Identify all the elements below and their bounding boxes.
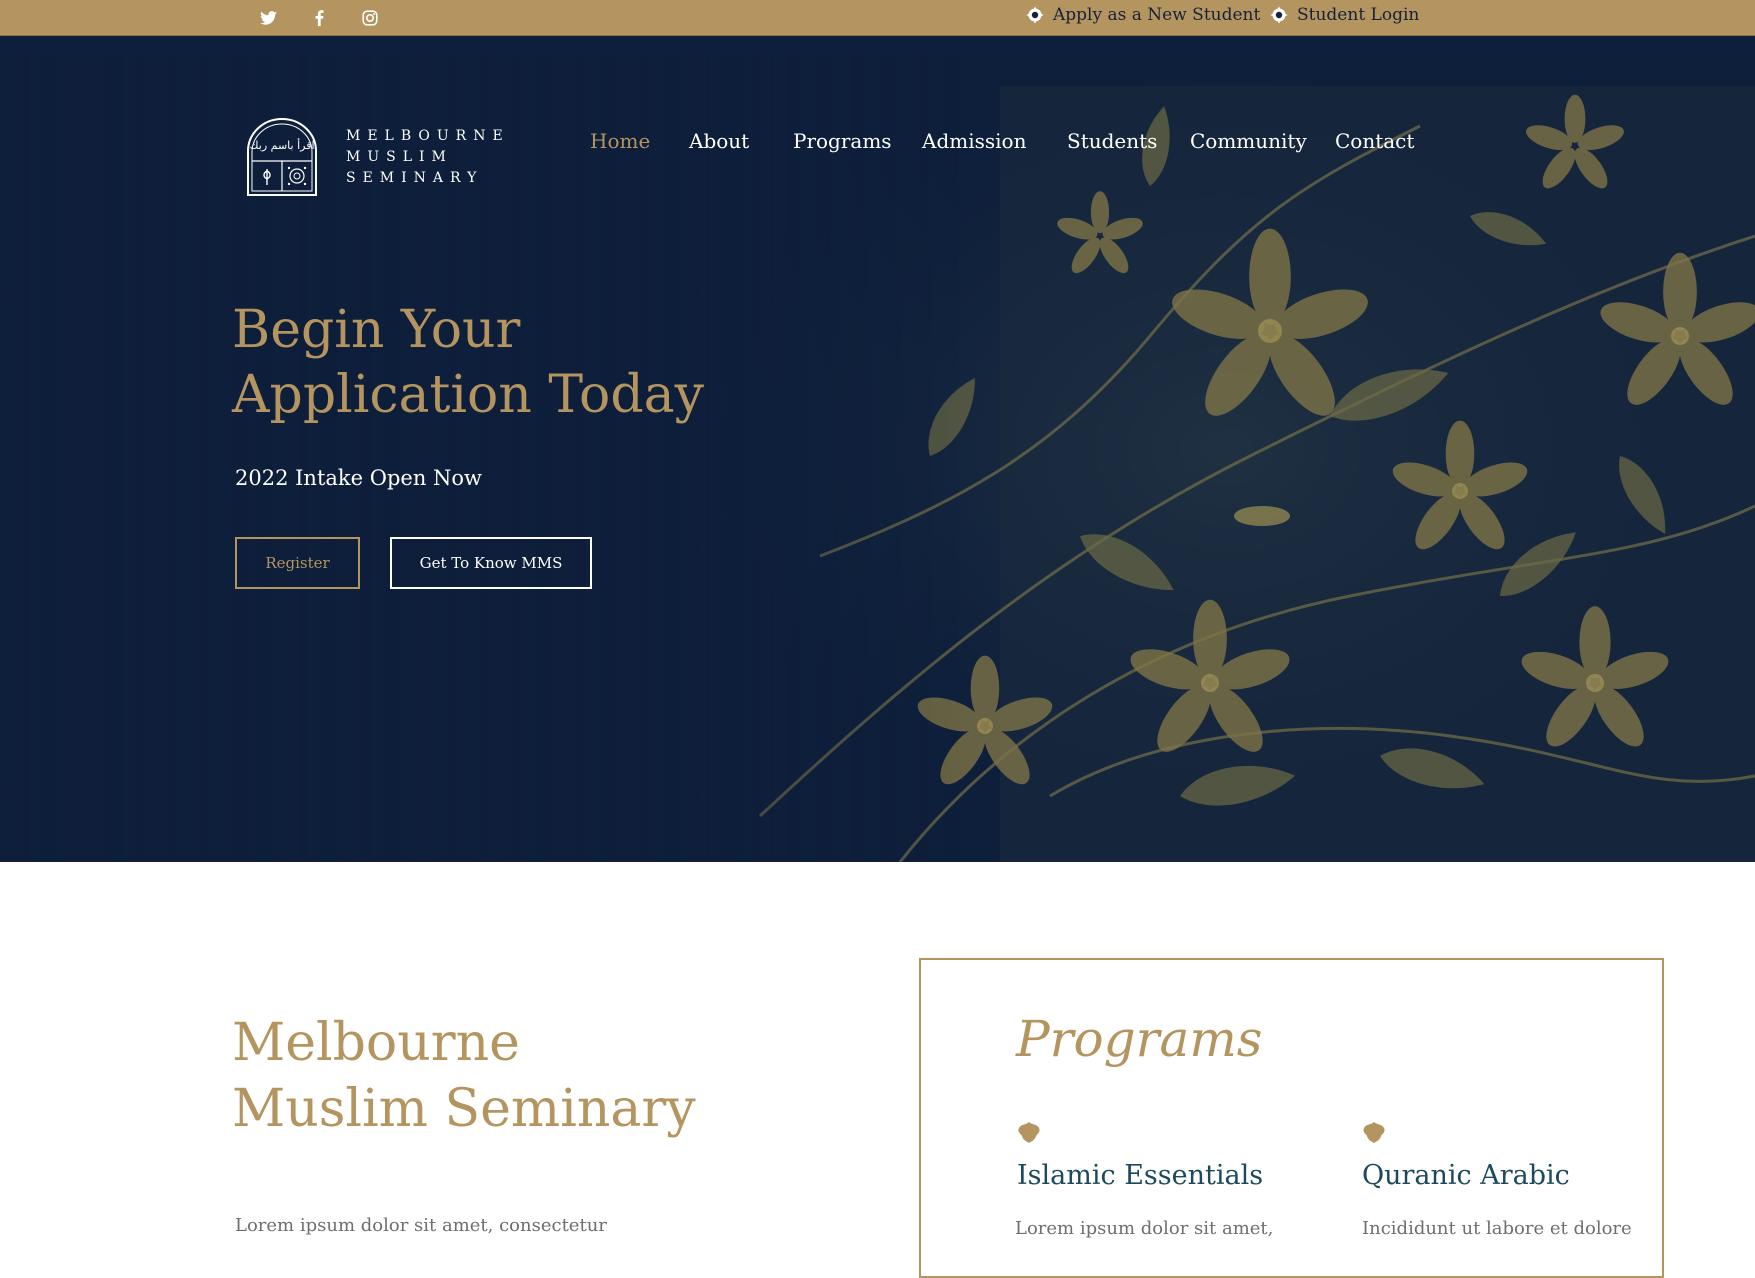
program-description: Incididunt ut labore et dolore (1362, 1218, 1632, 1239)
about-title: Melbourne Muslim Seminary (232, 1010, 696, 1142)
program-description: Lorem ipsum dolor sit amet, (1015, 1218, 1274, 1239)
programs-title: Programs (1016, 1010, 1263, 1068)
ornament-icon (1363, 1122, 1385, 1143)
logo-wordmark: MELBOURNE MUSLIM SEMINARY (346, 126, 510, 189)
nav-home[interactable]: Home (590, 116, 650, 166)
about-title-line-2: Muslim Seminary (232, 1079, 696, 1139)
nav-community[interactable]: Community (1190, 116, 1307, 166)
about-title-line-1: Melbourne (232, 1013, 520, 1073)
hero-title: Begin Your Application Today (232, 298, 704, 428)
apply-new-student-link[interactable]: Apply as a New Student (1025, 0, 1260, 30)
site-logo[interactable]: اقرأ باسم ربك MELBOURNE MUSLIM SEMINARY (244, 96, 519, 218)
nav-programs[interactable]: Programs (793, 116, 892, 166)
logo-line-1: MELBOURNE (346, 127, 510, 144)
hero-title-line-1: Begin Your (232, 300, 521, 360)
nav-admission[interactable]: Admission (922, 116, 1026, 166)
nav-contact[interactable]: Contact (1335, 116, 1414, 166)
twitter-icon[interactable] (253, 0, 283, 36)
program-quranic-arabic[interactable]: Quranic Arabic (1362, 1160, 1570, 1191)
top-bar: Apply as a New Student Student Login (0, 0, 1755, 36)
apply-new-student-label: Apply as a New Student (1053, 5, 1261, 25)
about-paragraph: Lorem ipsum dolor sit amet, consectetur (235, 1215, 607, 1236)
flower-badge-icon (1269, 5, 1289, 25)
program-islamic-essentials[interactable]: Islamic Essentials (1017, 1160, 1263, 1191)
student-login-link[interactable]: Student Login (1269, 0, 1419, 30)
svg-text:اقرأ باسم ربك: اقرأ باسم ربك (249, 138, 314, 152)
student-login-label: Student Login (1297, 5, 1420, 25)
logo-line-2: MUSLIM (346, 148, 453, 165)
facebook-icon[interactable] (304, 0, 334, 36)
flower-badge-icon (1025, 5, 1045, 25)
nav-students[interactable]: Students (1067, 116, 1157, 166)
get-to-know-button[interactable]: Get To Know MMS (390, 537, 592, 589)
instagram-icon[interactable] (355, 0, 385, 36)
hero-subtitle: 2022 Intake Open Now (235, 466, 483, 490)
hero-title-line-2: Application Today (232, 365, 704, 425)
ornament-icon (1018, 1122, 1040, 1143)
logo-line-3: SEMINARY (346, 169, 484, 186)
nav-about[interactable]: About (689, 116, 749, 166)
register-button[interactable]: Register (235, 537, 360, 589)
seminary-crest-icon: اقرأ باسم ربك (247, 118, 317, 196)
hero-section: اقرأ باسم ربك MELBOURNE MUSLIM SEMINARY … (0, 36, 1755, 862)
